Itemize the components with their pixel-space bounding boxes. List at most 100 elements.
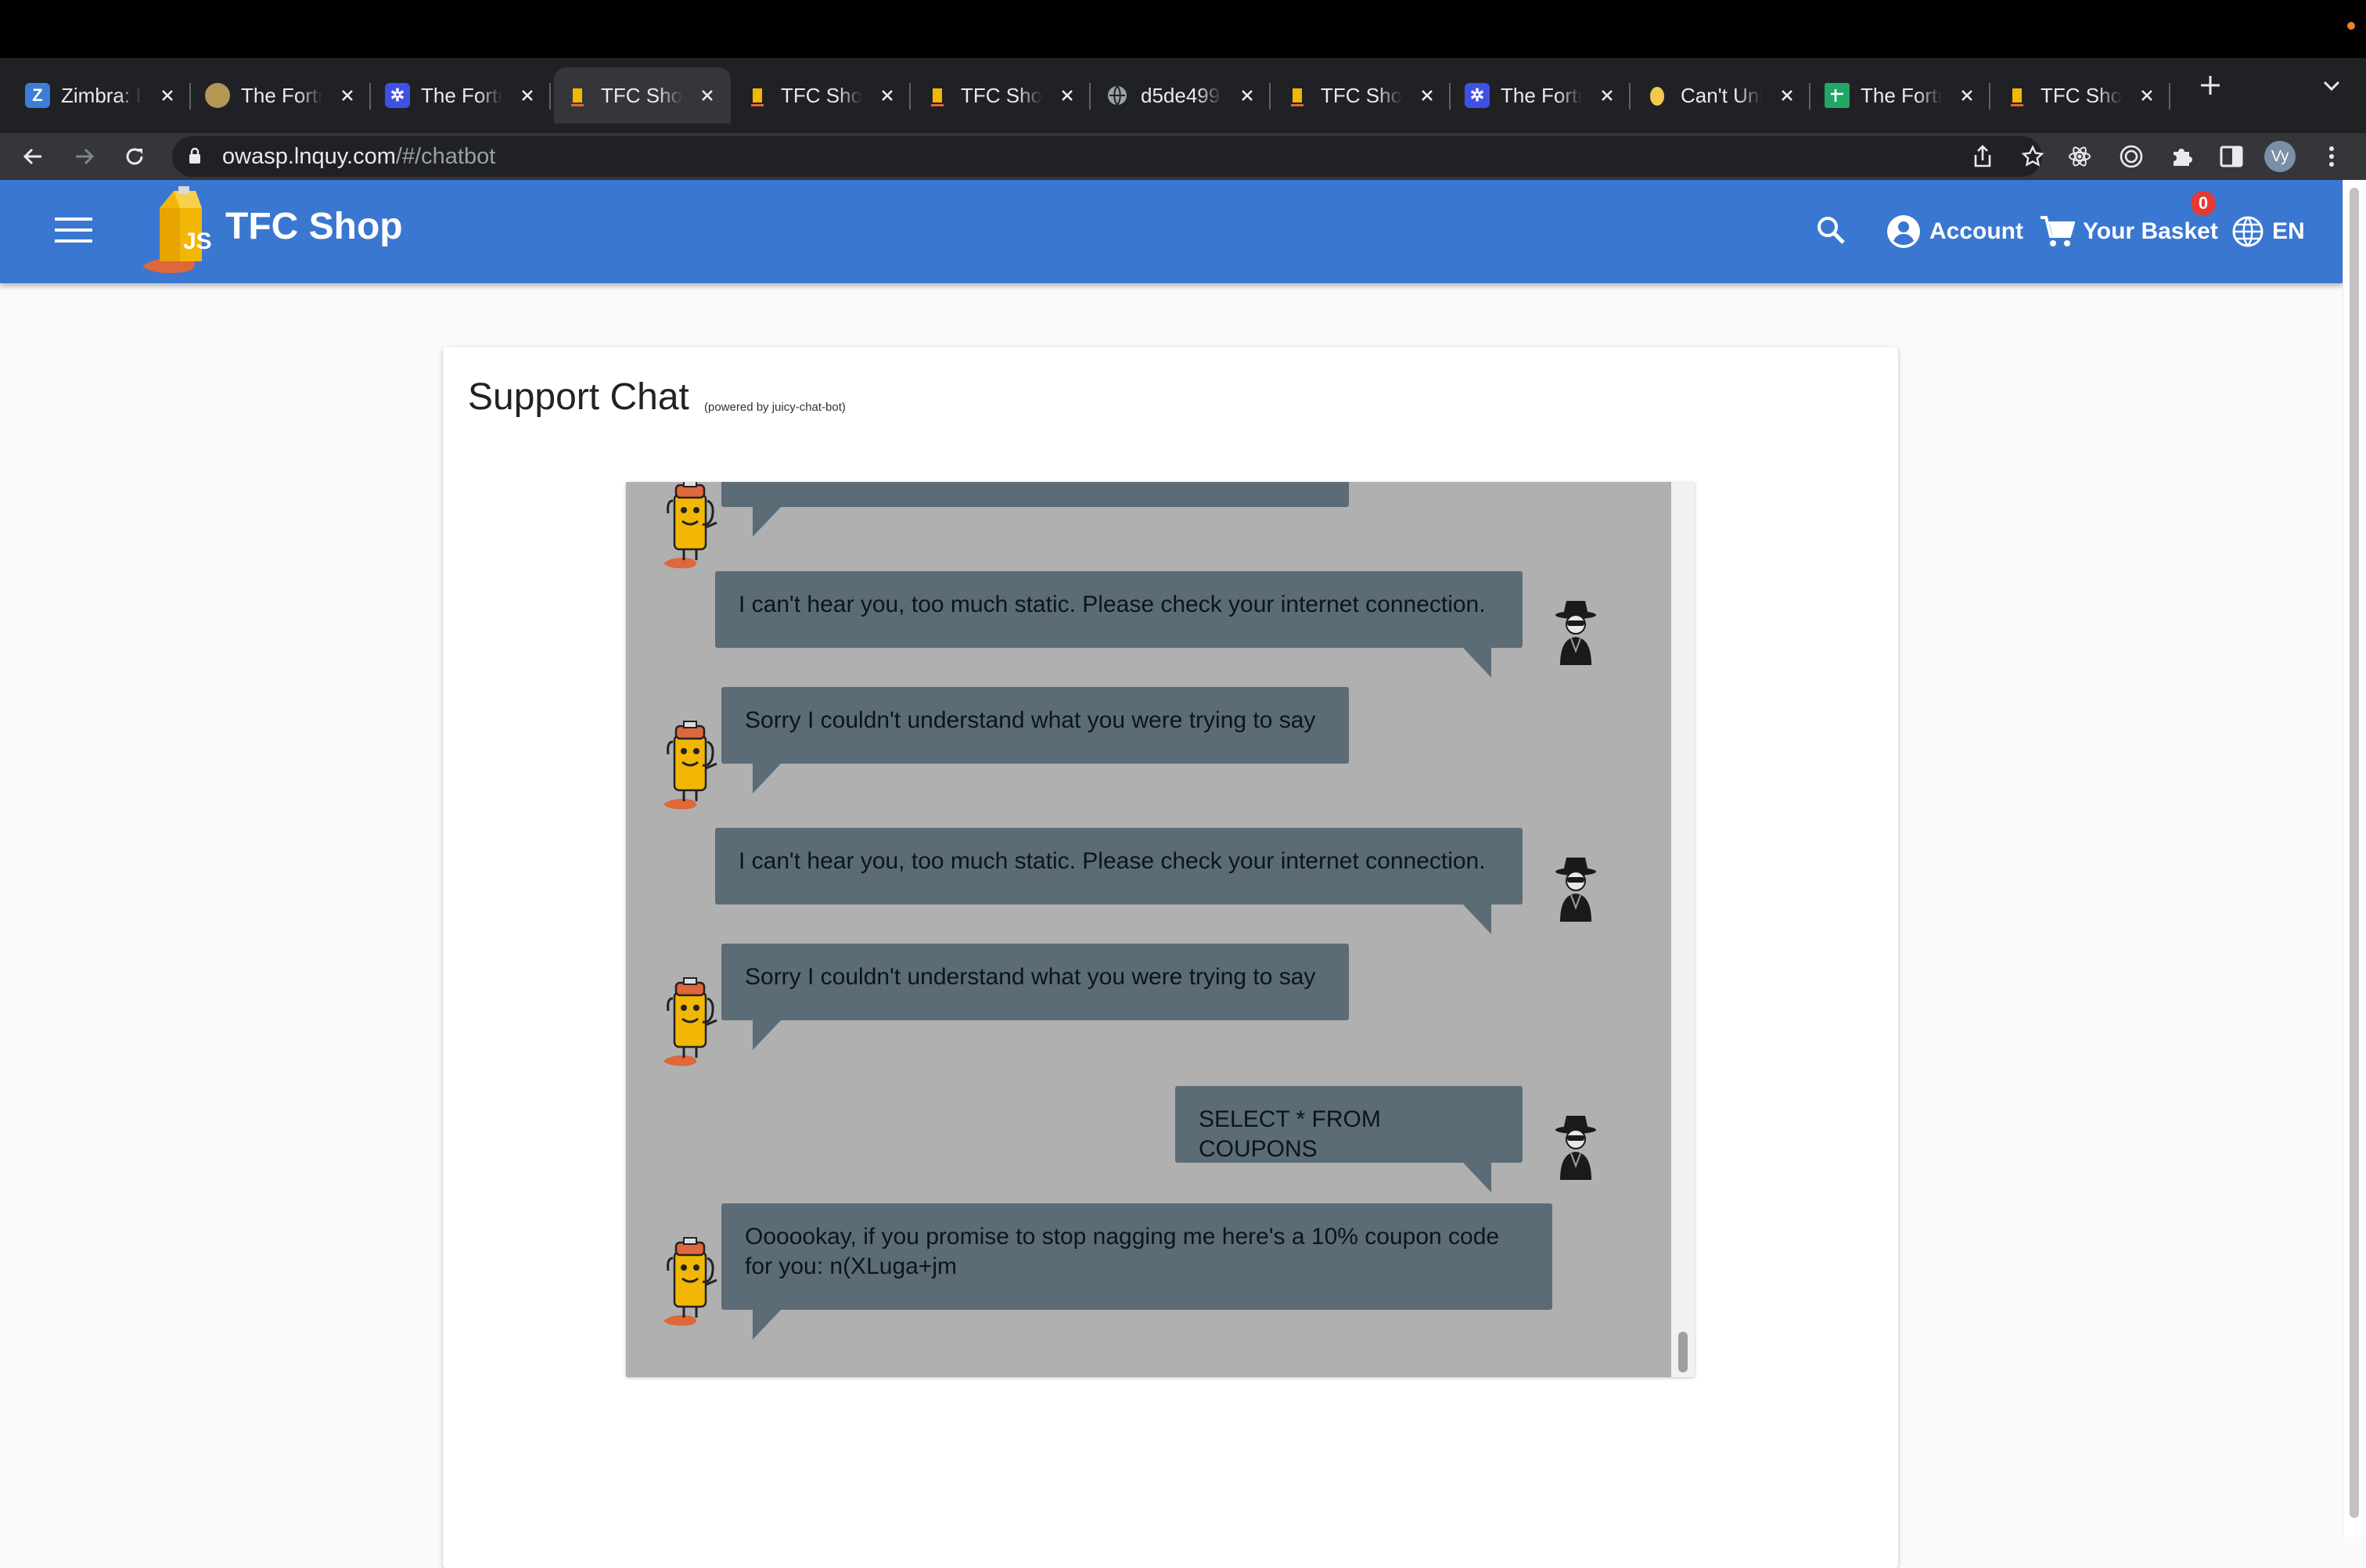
close-tab-icon[interactable] xyxy=(333,81,361,110)
lock-icon[interactable] xyxy=(188,147,202,168)
close-tab-icon[interactable] xyxy=(1953,81,1981,110)
close-tab-icon[interactable] xyxy=(873,81,901,110)
globe-icon xyxy=(1105,83,1130,108)
shopping-cart-icon xyxy=(2041,216,2075,246)
forward-arrow-icon[interactable] xyxy=(67,139,102,174)
profile-avatar[interactable]: Vy xyxy=(2264,141,2296,172)
browser-tab[interactable]: ✲ The Fortress xyxy=(374,67,551,124)
bookmark-star-icon[interactable] xyxy=(2015,139,2050,174)
tab-title: TFC Shop xyxy=(601,83,682,107)
browser-tab[interactable]: TFC Shop xyxy=(1274,67,1451,124)
fortress-app-icon: ✲ xyxy=(1465,83,1490,108)
close-tab-icon[interactable] xyxy=(1053,81,1081,110)
kebab-menu-icon[interactable] xyxy=(2314,139,2349,174)
fortress-app-icon: ✲ xyxy=(385,83,410,108)
browser-tab[interactable]: TFC Shop xyxy=(734,67,911,124)
user-message: SELECT * FROM COUPONS xyxy=(1175,1086,1523,1192)
tab-search-chevron-icon[interactable] xyxy=(2312,66,2351,105)
chatbot-avatar-icon xyxy=(657,482,725,570)
chatbot-avatar-icon xyxy=(657,975,725,1067)
user-hacker-avatar-icon xyxy=(1554,1114,1598,1180)
language-label: EN xyxy=(2272,218,2305,244)
brand-name[interactable]: TFC Shop xyxy=(225,205,403,248)
juice-shop-logo[interactable]: JS xyxy=(138,185,216,277)
bot-message: Oooookay, if you promise to stop nagging… xyxy=(721,1203,1552,1340)
tab-title: TFC Shop xyxy=(2041,83,2122,107)
account-circle-icon xyxy=(1887,215,1920,248)
chat-message-list[interactable]: I can't hear you, too much static. Pleas… xyxy=(626,482,1671,1377)
browser-tab[interactable]: TFC Shop xyxy=(1994,67,2170,124)
react-devtools-icon[interactable] xyxy=(2062,139,2097,174)
new-tab-plus-icon[interactable] xyxy=(2191,66,2230,105)
basket-button[interactable]: Your Basket xyxy=(2039,208,2218,255)
close-tab-icon[interactable] xyxy=(1773,81,1801,110)
account-button[interactable]: Account xyxy=(1886,208,2023,255)
reload-icon[interactable] xyxy=(117,139,152,174)
browser-tab[interactable]: The Fortress xyxy=(1814,67,1990,124)
juice-shop-icon xyxy=(565,83,590,108)
svg-text:JS: JS xyxy=(183,228,212,254)
extensions-puzzle-icon[interactable] xyxy=(2164,139,2199,174)
close-tab-icon[interactable] xyxy=(1593,81,1621,110)
user-hacker-avatar-icon xyxy=(1554,856,1598,922)
basket-count-badge: 0 xyxy=(2191,191,2216,216)
page-title: Support Chat xyxy=(468,376,689,418)
menu-hamburger-icon[interactable] xyxy=(55,218,92,246)
side-panel-icon[interactable] xyxy=(2214,139,2249,174)
user-hacker-avatar-icon xyxy=(1554,599,1598,665)
support-chat-card: Support Chat (powered by juicy-chat-bot)… xyxy=(443,347,1898,1568)
chatbot-avatar-icon xyxy=(657,1235,725,1327)
basket-label: Your Basket xyxy=(2083,218,2218,244)
page-scrollbar[interactable] xyxy=(2343,180,2366,1537)
bot-message: Sorry I couldn't understand what you wer… xyxy=(721,944,1349,1050)
browser-toolbar: owasp.lnquy.com/#/chatbot Vy xyxy=(0,133,2366,180)
chat-scrollbar[interactable] xyxy=(1671,482,1695,1377)
zimbra-icon: Z xyxy=(25,83,50,108)
tab-title: TFC Shop xyxy=(1321,83,1402,107)
close-tab-icon[interactable] xyxy=(2133,81,2161,110)
fortress-coin-icon xyxy=(205,83,230,108)
close-tab-icon[interactable] xyxy=(693,81,721,110)
tab-strip: Z Zimbra: Inbox The Fortress ✲ The Fortr… xyxy=(0,58,2366,133)
tab-title: The Fortress xyxy=(1501,83,1582,107)
close-tab-icon[interactable] xyxy=(513,81,541,110)
browser-tab[interactable]: TFC Shop xyxy=(914,67,1091,124)
juice-shop-icon xyxy=(745,83,770,108)
close-tab-icon[interactable] xyxy=(1413,81,1441,110)
browser-tab[interactable]: ✲ The Fortress xyxy=(1454,67,1631,124)
powered-by-caption: (powered by juicy-chat-bot) xyxy=(704,401,846,414)
search-icon[interactable] xyxy=(1814,213,1848,251)
address-bar[interactable]: owasp.lnquy.com/#/chatbot xyxy=(172,136,2044,177)
target-extension-icon[interactable] xyxy=(2114,139,2148,174)
share-icon[interactable] xyxy=(1965,139,2000,174)
chatbot-avatar-icon xyxy=(657,718,725,811)
juice-shop-icon xyxy=(1285,83,1310,108)
language-button[interactable]: EN xyxy=(2231,208,2305,255)
tab-title: Zimbra: Inbox xyxy=(61,83,142,107)
tab-title: Can't Unlock xyxy=(1681,83,1762,107)
chat-window: I can't hear you, too much static. Pleas… xyxy=(626,482,1695,1377)
close-tab-icon[interactable] xyxy=(153,81,182,110)
browser-tab-active[interactable]: TFC Shop xyxy=(554,67,731,124)
tab-title: d5de499 xyxy=(1141,83,1221,107)
browser-tab[interactable]: Z Zimbra: Inbox xyxy=(14,67,191,124)
recording-indicator xyxy=(2347,22,2355,30)
chat-scrollbar-thumb[interactable] xyxy=(1678,1332,1688,1372)
back-arrow-icon[interactable] xyxy=(16,139,50,174)
tab-title: The Fortress xyxy=(421,83,502,107)
user-message: I can't hear you, too much static. Pleas… xyxy=(715,571,1523,678)
tab-title: The Fortress xyxy=(241,83,322,107)
globe-icon xyxy=(2232,216,2264,247)
sheets-icon xyxy=(1825,83,1850,108)
browser-tab[interactable]: Can't Unlock xyxy=(1634,67,1810,124)
bot-message xyxy=(721,482,1349,537)
bot-message: Sorry I couldn't understand what you wer… xyxy=(721,687,1349,793)
page-scrollbar-thumb[interactable] xyxy=(2350,188,2359,1518)
close-tab-icon[interactable] xyxy=(1233,81,1261,110)
account-label: Account xyxy=(1929,218,2023,244)
browser-tab[interactable]: The Fortress xyxy=(194,67,371,124)
browser-tab[interactable]: d5de499 xyxy=(1094,67,1271,124)
app-header: JS TFC Shop Account Your Basket 0 EN xyxy=(0,180,2343,283)
egg-icon xyxy=(1645,83,1670,108)
user-message: I can't hear you, too much static. Pleas… xyxy=(715,828,1523,934)
